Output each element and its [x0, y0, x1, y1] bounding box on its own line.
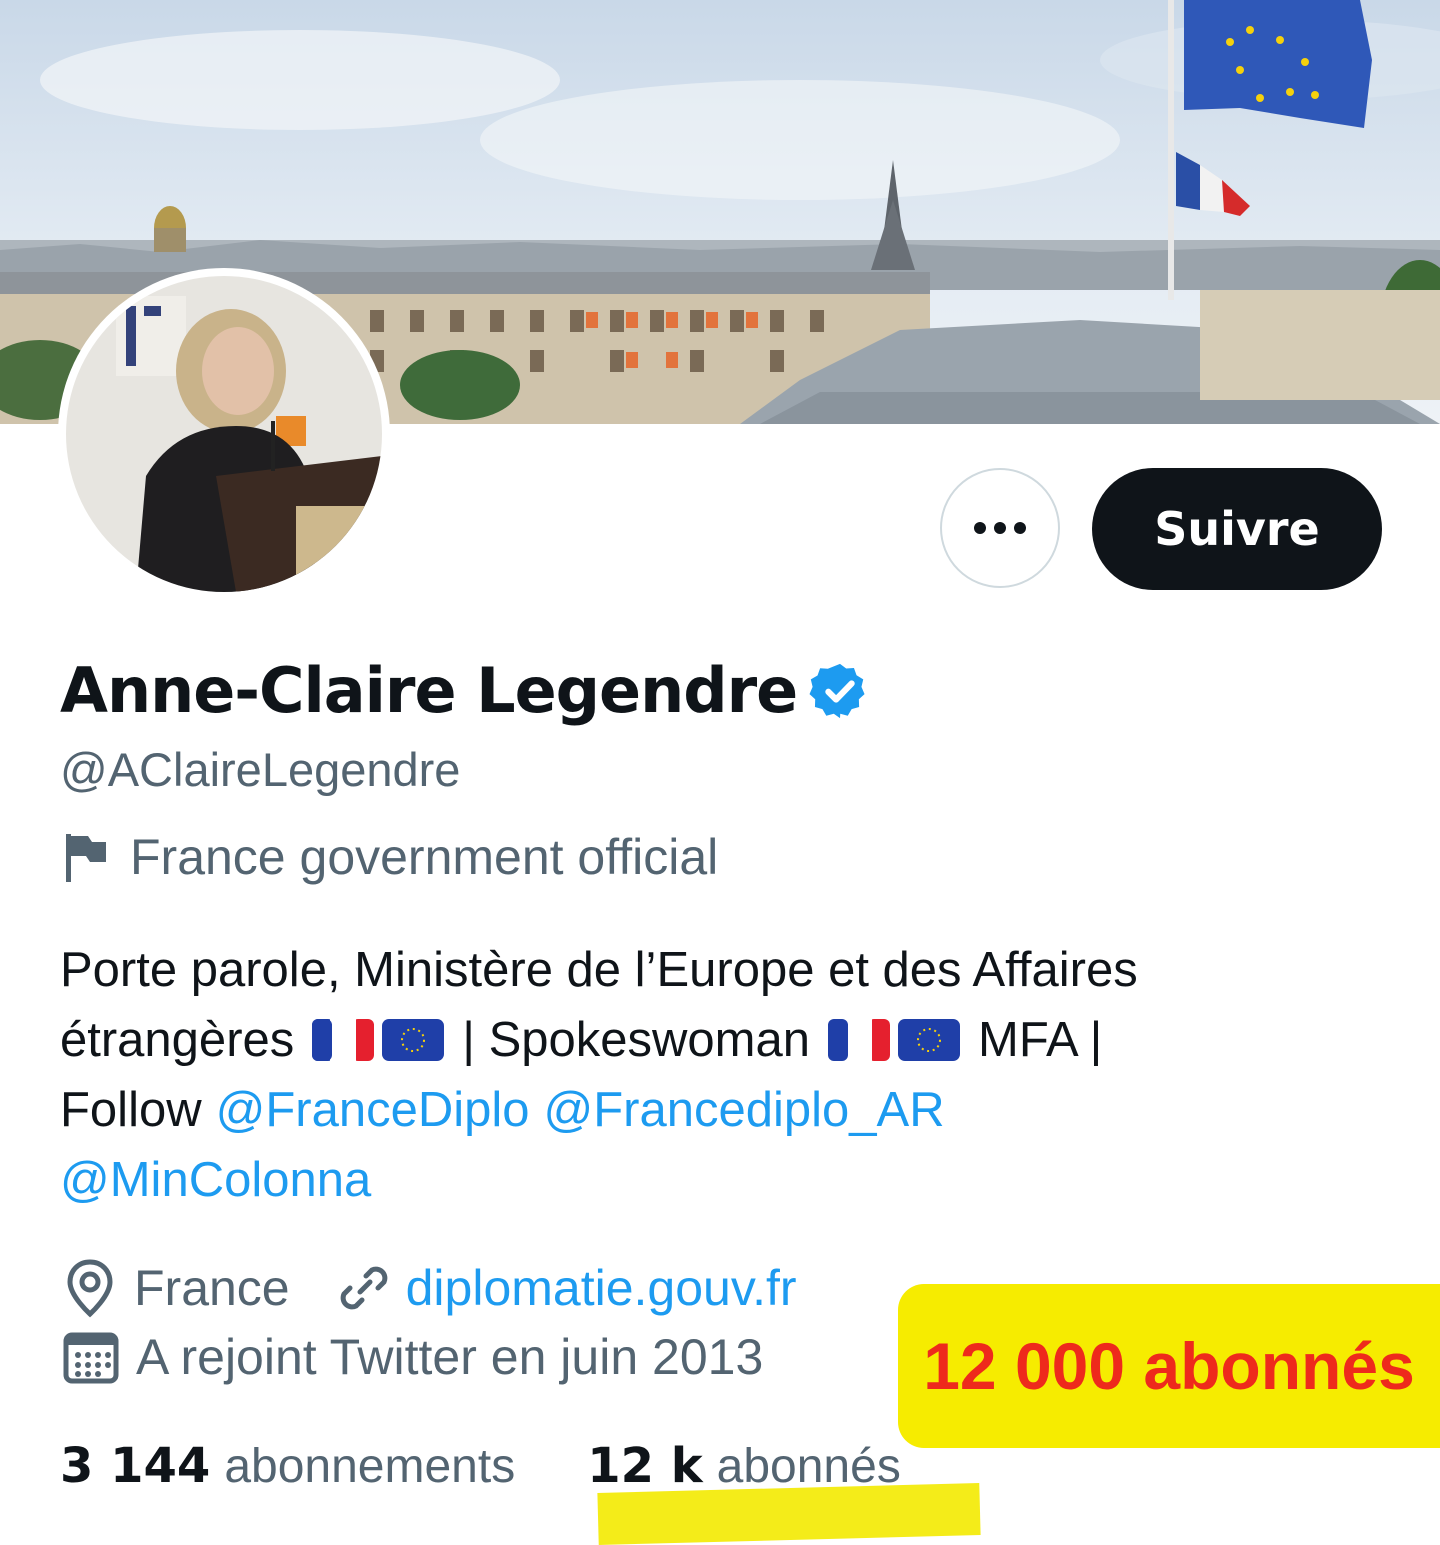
bio-line: étrangères | Spokeswoman MFA |: [60, 1005, 1380, 1075]
flag-icon: [66, 834, 106, 882]
mention-link[interactable]: @MinColonna: [60, 1145, 371, 1215]
eu-flag-emoji-icon: [382, 1019, 445, 1061]
profile-handle: @AClaireLegendre: [60, 743, 461, 796]
france-flag-emoji-icon: [312, 1019, 375, 1061]
follow-button-label: Suivre: [1154, 502, 1320, 556]
location-text: France: [134, 1260, 290, 1316]
link-icon: [340, 1266, 387, 1310]
joined-date-text: A rejoint Twitter en juin 2013: [136, 1329, 764, 1385]
affiliation-label-text: France government official: [130, 829, 719, 885]
mention-link[interactable]: @Francediplo_AR: [544, 1075, 945, 1145]
followers-label: abonnés: [716, 1439, 901, 1493]
profile-meta-row: France diplomatie.gouv.fr: [62, 1258, 797, 1318]
profile-joined-row: A rejoint Twitter en juin 2013: [62, 1328, 763, 1386]
follow-button[interactable]: Suivre: [1092, 468, 1382, 590]
more-options-button[interactable]: [940, 468, 1060, 588]
bio-text: Porte parole, Ministère de l’Europe et d…: [60, 943, 1138, 997]
followers-count: 12 k: [587, 1438, 703, 1494]
bio-text: étrangères: [60, 1013, 295, 1067]
mention-link[interactable]: @FranceDiplo: [216, 1075, 530, 1145]
bio-line: Follow @FranceDiplo @Francediplo_AR: [60, 1075, 1380, 1145]
bio-line: @MinColonna: [60, 1145, 1380, 1215]
eu-flag-emoji-icon: [898, 1019, 961, 1061]
location-pin-icon: [67, 1259, 113, 1318]
annotation-text: 12 000 abonnés: [923, 1329, 1415, 1403]
followers-stat[interactable]: 12 k abonnés: [587, 1438, 901, 1494]
bio-text: | Spokeswoman: [462, 1013, 811, 1067]
followers-annotation-box: 12 000 abonnés: [898, 1284, 1440, 1448]
verified-badge-icon: [809, 663, 865, 718]
affiliation-label[interactable]: France government official: [62, 828, 718, 886]
bio-text: Follow: [60, 1083, 202, 1137]
france-flag-emoji-icon: [828, 1019, 891, 1061]
profile-avatar[interactable]: [58, 268, 390, 600]
bio-line: Porte parole, Ministère de l’Europe et d…: [60, 935, 1380, 1005]
profile-name-row: Anne-Claire Legendre: [60, 654, 871, 727]
following-count: 3 144: [60, 1438, 211, 1494]
display-name: Anne-Claire Legendre: [60, 654, 798, 727]
bio-text: MFA |: [978, 1013, 1103, 1067]
calendar-icon: [63, 1332, 119, 1384]
more-options-icon: [974, 522, 1026, 534]
following-label: abonnements: [224, 1439, 516, 1493]
following-stat[interactable]: 3 144 abonnements: [60, 1438, 515, 1494]
website-link[interactable]: diplomatie.gouv.fr: [406, 1259, 797, 1317]
profile-stats: 3 144 abonnements 12 k abonnés: [60, 1438, 901, 1494]
profile-bio: Porte parole, Ministère de l’Europe et d…: [60, 935, 1380, 1215]
